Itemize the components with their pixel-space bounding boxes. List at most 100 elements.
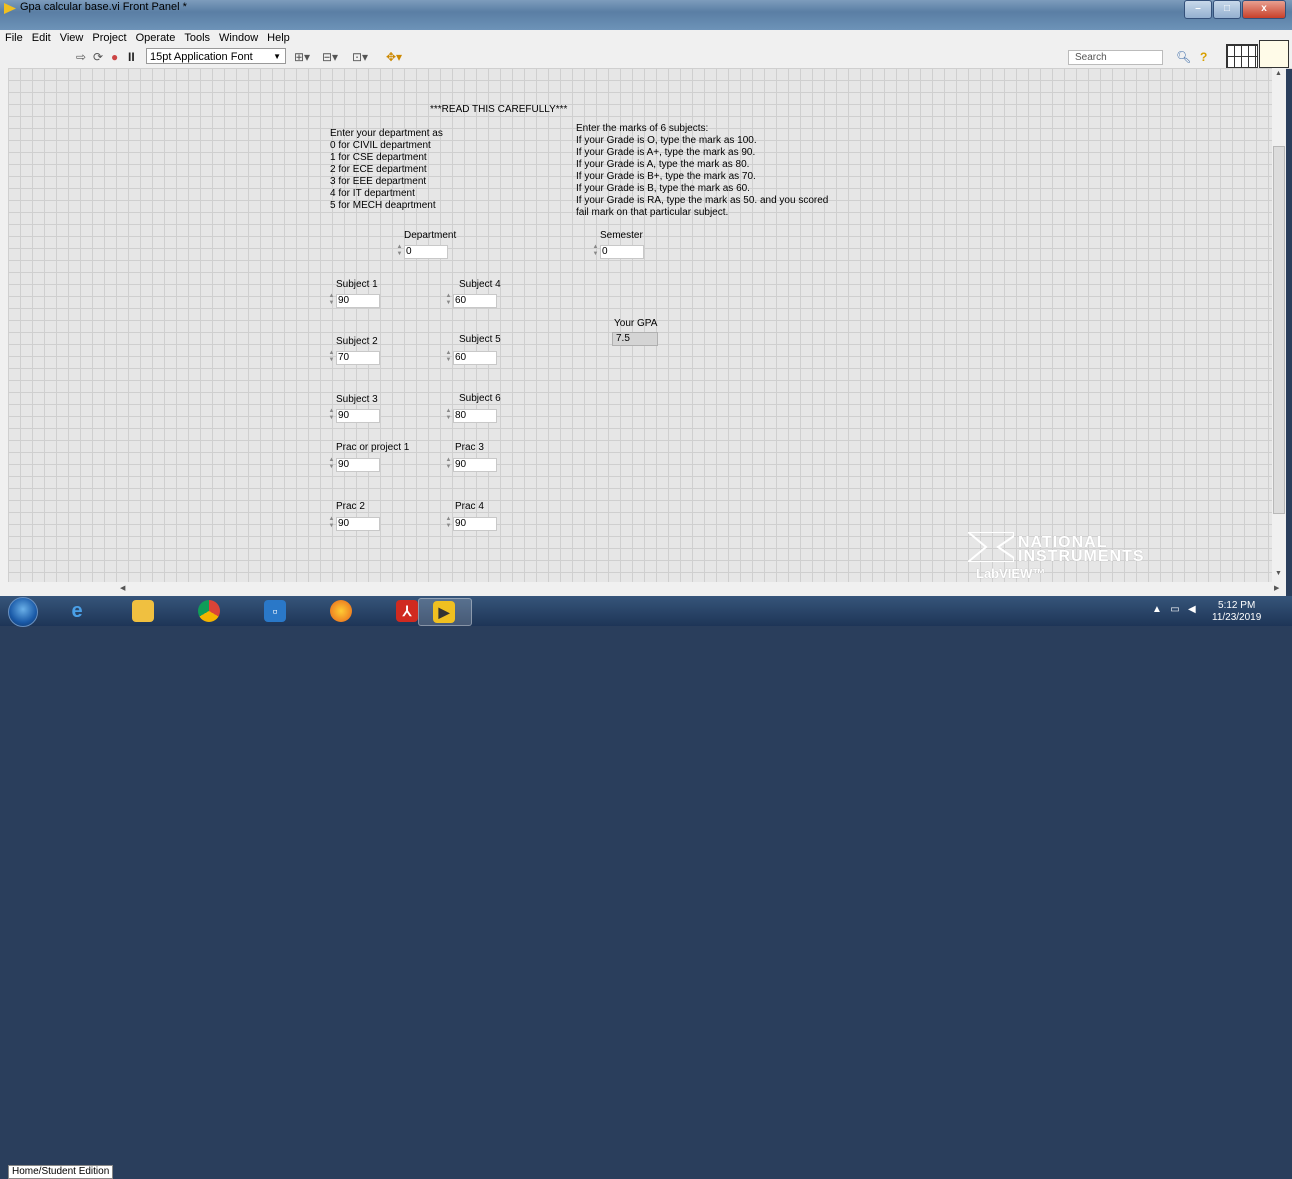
- scroll-left-icon[interactable]: ◀: [120, 584, 125, 592]
- subject2-field[interactable]: 70: [336, 351, 380, 365]
- search-input[interactable]: Search: [1068, 50, 1163, 65]
- increment-decrement-icon[interactable]: ▲ ▼: [591, 244, 600, 260]
- subject1-control[interactable]: ▲ ▼ 90: [327, 293, 385, 309]
- menu-tools[interactable]: Tools: [179, 30, 214, 44]
- prac2-label: Prac 2: [336, 501, 365, 512]
- subject1-label: Subject 1: [336, 279, 378, 290]
- prac3-control[interactable]: ▲ ▼ 90: [444, 457, 502, 473]
- semester-label: Semester: [600, 230, 643, 241]
- help-icon[interactable]: ?: [1200, 50, 1207, 64]
- abort-icon[interactable]: ●: [111, 50, 118, 64]
- scroll-right-icon[interactable]: ▶: [1274, 584, 1279, 592]
- firefox-icon: [330, 600, 352, 622]
- department-control[interactable]: ▲ ▼ 0: [395, 244, 453, 260]
- acrobat-icon: ⅄: [396, 600, 418, 622]
- subject6-field[interactable]: 80: [453, 409, 497, 423]
- prac2-field[interactable]: 90: [336, 517, 380, 531]
- instruction-line: If your Grade is A+, type the mark as 90…: [576, 147, 756, 158]
- close-button[interactable]: x: [1242, 0, 1286, 19]
- subject4-field[interactable]: 60: [453, 294, 497, 308]
- gpa-label: Your GPA: [614, 318, 658, 329]
- increment-decrement-icon[interactable]: ▲ ▼: [444, 516, 453, 532]
- taskbar-labview[interactable]: ▶: [418, 598, 472, 626]
- search-icon[interactable]: 🔍︎: [1176, 50, 1191, 64]
- system-tray[interactable]: ▲ ▭ ◀: [1152, 604, 1196, 615]
- increment-decrement-icon[interactable]: ▲ ▼: [444, 350, 453, 366]
- increment-decrement-icon[interactable]: ▲ ▼: [327, 457, 336, 473]
- subject5-control[interactable]: ▲ ▼ 60: [444, 350, 502, 366]
- connector-pane-icon[interactable]: [1226, 44, 1258, 68]
- instruction-line: If your Grade is B, type the mark as 60.: [576, 183, 750, 194]
- reorder-icon[interactable]: ✥▾: [386, 50, 402, 64]
- scroll-down-icon[interactable]: ▼: [1275, 570, 1282, 577]
- instruction-line: 0 for CIVIL department: [330, 140, 431, 151]
- align-icon[interactable]: ⊞▾: [294, 50, 310, 64]
- department-field[interactable]: 0: [404, 245, 448, 259]
- instruction-line: If your Grade is O, type the mark as 100…: [576, 135, 757, 146]
- taskbar-chrome[interactable]: [184, 598, 236, 624]
- taskbar-clock[interactable]: 5:12 PM 11/23/2019: [1212, 600, 1261, 624]
- subject3-field[interactable]: 90: [336, 409, 380, 423]
- pause-icon[interactable]: II: [128, 50, 135, 64]
- vertical-scroll-thumb[interactable]: [1273, 146, 1285, 514]
- increment-decrement-icon[interactable]: ▲ ▼: [444, 293, 453, 309]
- menu-project[interactable]: Project: [87, 30, 130, 44]
- instruction-line: 3 for EEE department: [330, 176, 427, 187]
- taskbar-firefox[interactable]: [316, 598, 368, 624]
- prac1-field[interactable]: 90: [336, 458, 380, 472]
- window-titlebar[interactable]: Gpa calcular base.vi Front Panel * – □ x: [0, 0, 1292, 30]
- subject3-control[interactable]: ▲ ▼ 90: [327, 408, 385, 424]
- taskbar-ie[interactable]: e: [52, 598, 104, 624]
- gpa-indicator: 7.5: [612, 332, 658, 346]
- subject1-field[interactable]: 90: [336, 294, 380, 308]
- increment-decrement-icon[interactable]: ▲ ▼: [327, 516, 336, 532]
- start-button[interactable]: [8, 597, 38, 627]
- panel-heading: ***READ THIS CAREFULLY***: [430, 104, 568, 115]
- menu-help[interactable]: Help: [262, 30, 294, 44]
- prac1-control[interactable]: ▲ ▼ 90: [327, 457, 385, 473]
- resize-icon[interactable]: ⊡▾: [352, 50, 368, 64]
- increment-decrement-icon[interactable]: ▲ ▼: [444, 457, 453, 473]
- labview-icon: ▶: [433, 601, 455, 623]
- edition-status: Home/Student Edition: [8, 1165, 114, 1179]
- front-panel[interactable]: ***READ THIS CAREFULLY*** Enter your dep…: [8, 68, 1272, 582]
- scroll-up-icon[interactable]: ▲: [1275, 70, 1282, 77]
- subject6-control[interactable]: ▲ ▼ 80: [444, 408, 502, 424]
- prac4-field[interactable]: 90: [453, 517, 497, 531]
- run-arrow-icon[interactable]: ⇨: [76, 50, 86, 64]
- semester-control[interactable]: ▲ ▼ 0: [591, 244, 649, 260]
- increment-decrement-icon[interactable]: ▲ ▼: [327, 408, 336, 424]
- menu-file[interactable]: File: [0, 30, 27, 44]
- semester-field[interactable]: 0: [600, 245, 644, 259]
- increment-decrement-icon[interactable]: ▲ ▼: [327, 293, 336, 309]
- maximize-button[interactable]: □: [1213, 0, 1241, 19]
- vi-icon[interactable]: [1259, 40, 1289, 68]
- increment-decrement-icon[interactable]: ▲ ▼: [444, 408, 453, 424]
- run-continuously-icon[interactable]: ⟳: [93, 50, 103, 64]
- instruction-line: If your Grade is B+, type the mark as 70…: [576, 171, 756, 182]
- prac2-control[interactable]: ▲ ▼ 90: [327, 516, 385, 532]
- instruction-line: Enter your department as: [330, 128, 443, 139]
- clock-date: 11/23/2019: [1212, 612, 1262, 623]
- menu-view[interactable]: View: [55, 30, 88, 44]
- increment-decrement-icon[interactable]: ▲ ▼: [327, 350, 336, 366]
- taskbar-explorer[interactable]: [118, 598, 170, 624]
- prac3-label: Prac 3: [455, 442, 484, 453]
- menu-edit[interactable]: Edit: [27, 30, 55, 44]
- menu-window[interactable]: Window: [214, 30, 262, 44]
- prac3-field[interactable]: 90: [453, 458, 497, 472]
- minimize-button[interactable]: –: [1184, 0, 1212, 19]
- vertical-scrollbar[interactable]: ▲ ▼: [1272, 68, 1286, 582]
- font-select[interactable]: 15pt Application Font ▼: [146, 48, 286, 64]
- taskbar-media[interactable]: ▫: [250, 598, 302, 624]
- prac4-control[interactable]: ▲ ▼ 90: [444, 516, 502, 532]
- subject4-control[interactable]: ▲ ▼ 60: [444, 293, 502, 309]
- distribute-icon[interactable]: ⊟▾: [322, 50, 338, 64]
- marks-instructions: Enter the marks of 6 subjects: If your G…: [576, 123, 828, 219]
- horizontal-scrollbar[interactable]: Home/Student Edition ◀ ▶: [0, 582, 1286, 1179]
- subject5-field[interactable]: 60: [453, 351, 497, 365]
- menu-operate[interactable]: Operate: [131, 30, 180, 44]
- logo-line2: INSTRUMENTS: [1018, 548, 1145, 565]
- subject2-control[interactable]: ▲ ▼ 70: [327, 350, 385, 366]
- increment-decrement-icon[interactable]: ▲ ▼: [395, 244, 404, 260]
